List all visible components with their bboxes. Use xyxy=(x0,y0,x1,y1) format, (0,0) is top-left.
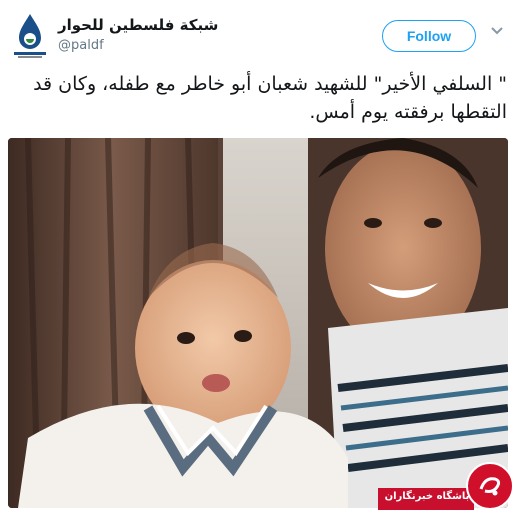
chevron-down-icon[interactable] xyxy=(490,24,504,38)
watermark-badge: باشگاه خبرنگاران xyxy=(378,462,517,515)
tweet-photo[interactable] xyxy=(8,138,508,508)
ycj-logo-icon xyxy=(479,477,501,496)
photo-image xyxy=(8,138,508,508)
account-avatar[interactable] xyxy=(10,12,50,60)
follow-button[interactable]: Follow xyxy=(382,20,476,52)
account-handle[interactable]: @paldf xyxy=(58,38,104,53)
account-display-name[interactable]: شبكة فلسطين للحوار xyxy=(58,16,218,34)
tweet-text: " السلفي الأخير" للشهيد شعبان أبو خاطر م… xyxy=(33,73,507,123)
watermark-label: باشگاه خبرنگاران xyxy=(384,491,470,502)
paldf-logo-icon xyxy=(14,14,46,58)
tweet-card: شبكة فلسطين للحوار @paldf Follow " السلف… xyxy=(0,0,517,515)
